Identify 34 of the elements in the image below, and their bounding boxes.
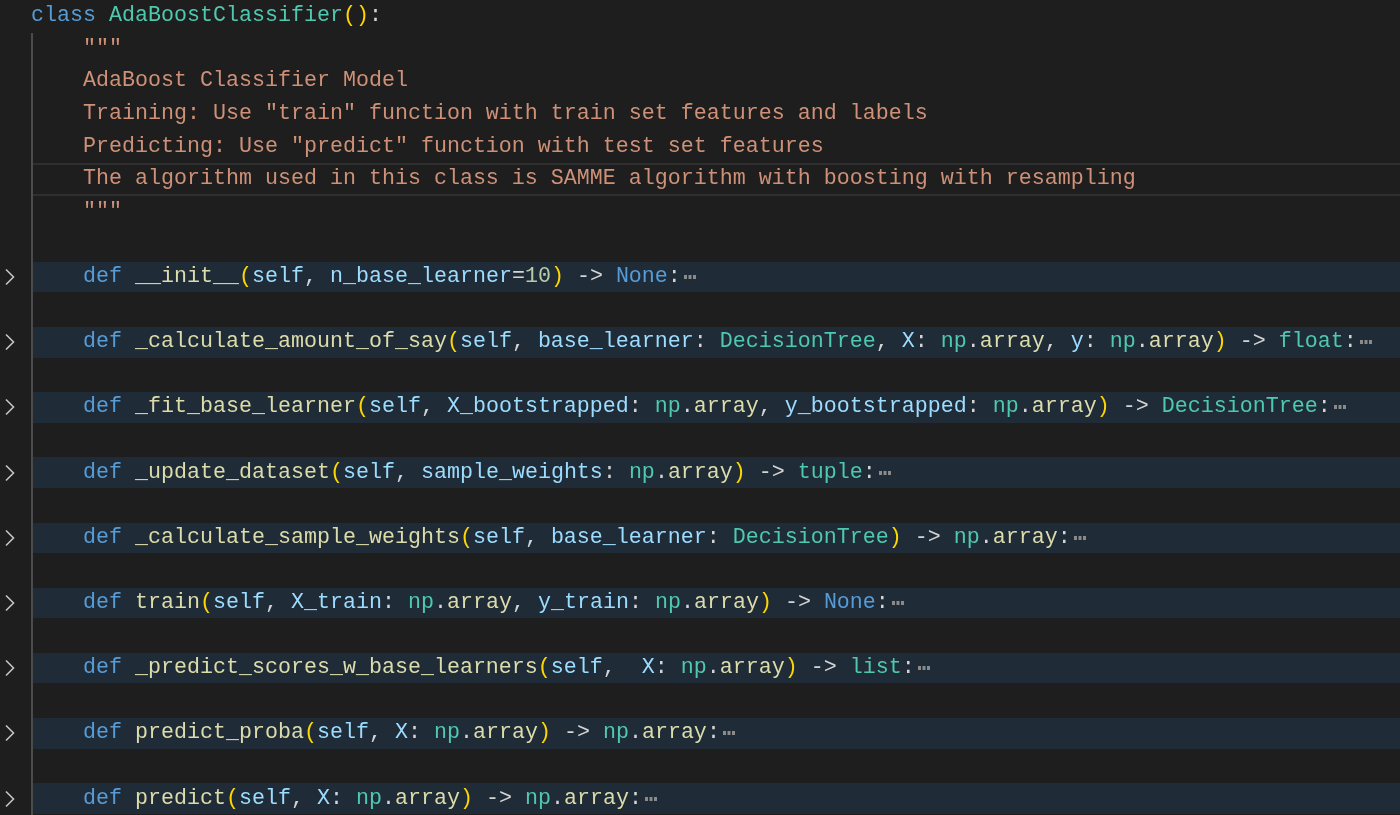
chevron-right-icon[interactable] [4,333,16,352]
code-line: def _update_dataset(self, sample_weights: np.array) -> tuple: [83,459,876,486]
chevron-right-icon[interactable] [4,724,16,743]
chevron-right-icon[interactable] [4,594,16,612]
code-line: Training: Use "train" function with train set features and labels [83,101,928,128]
code-line: def predict(self, X: np.array) -> np.array: [83,785,642,812]
fold-ellipsis-icon[interactable] [1359,340,1372,345]
fold-ellipsis-icon[interactable] [1333,405,1346,410]
fold-ellipsis-icon[interactable] [683,275,696,280]
code-line: def _calculate_amount_of_say(self, base_learner: DecisionTree, X: np.array, y: np.array) -> float: [83,329,1357,356]
chevron-right-icon[interactable] [4,528,16,547]
code-line: def __init__(self, n_base_learner=10) -> None: [83,264,681,291]
fold-ellipsis-icon[interactable] [722,731,735,736]
fold-ellipsis-icon[interactable] [878,470,891,475]
code-line: def predict_proba(self, X: np.array) -> np.array: [83,720,720,747]
fold-ellipsis-icon[interactable] [1073,535,1086,540]
fold-ellipsis-icon[interactable] [917,666,930,671]
code-line: """ [83,35,122,62]
code-line: """ [83,198,122,225]
fold-ellipsis-icon[interactable] [891,601,904,605]
chevron-right-icon[interactable] [4,268,16,287]
code-line: AdaBoost Classifier Model [83,68,408,95]
chevron-right-icon[interactable] [4,659,16,678]
fold-ellipsis-icon[interactable] [644,796,657,801]
code-line: The algorithm used in this class is SAMME algorithm with boosting with resampling [83,166,1136,193]
chevron-right-icon[interactable] [4,398,16,417]
code-line: def train(self, X_train: np.array, y_train: np.array) -> None: [83,590,889,616]
code-line: def _predict_scores_w_base_learners(self, X: np.array) -> list: [83,655,915,682]
chevron-right-icon[interactable] [4,463,16,482]
code-line: class AdaBoostClassifier(): [31,3,382,30]
code-line: def _fit_base_learner(self, X_bootstrapped: np.array, y_bootstrapped: np.array) -> DecisionTree: [83,394,1331,421]
code-line: def _calculate_sample_weights(self, base_learner: DecisionTree) -> np.array: [83,524,1071,551]
chevron-right-icon[interactable] [4,789,16,808]
code-line: Predicting: Use "predict" function with test set features [83,133,824,160]
